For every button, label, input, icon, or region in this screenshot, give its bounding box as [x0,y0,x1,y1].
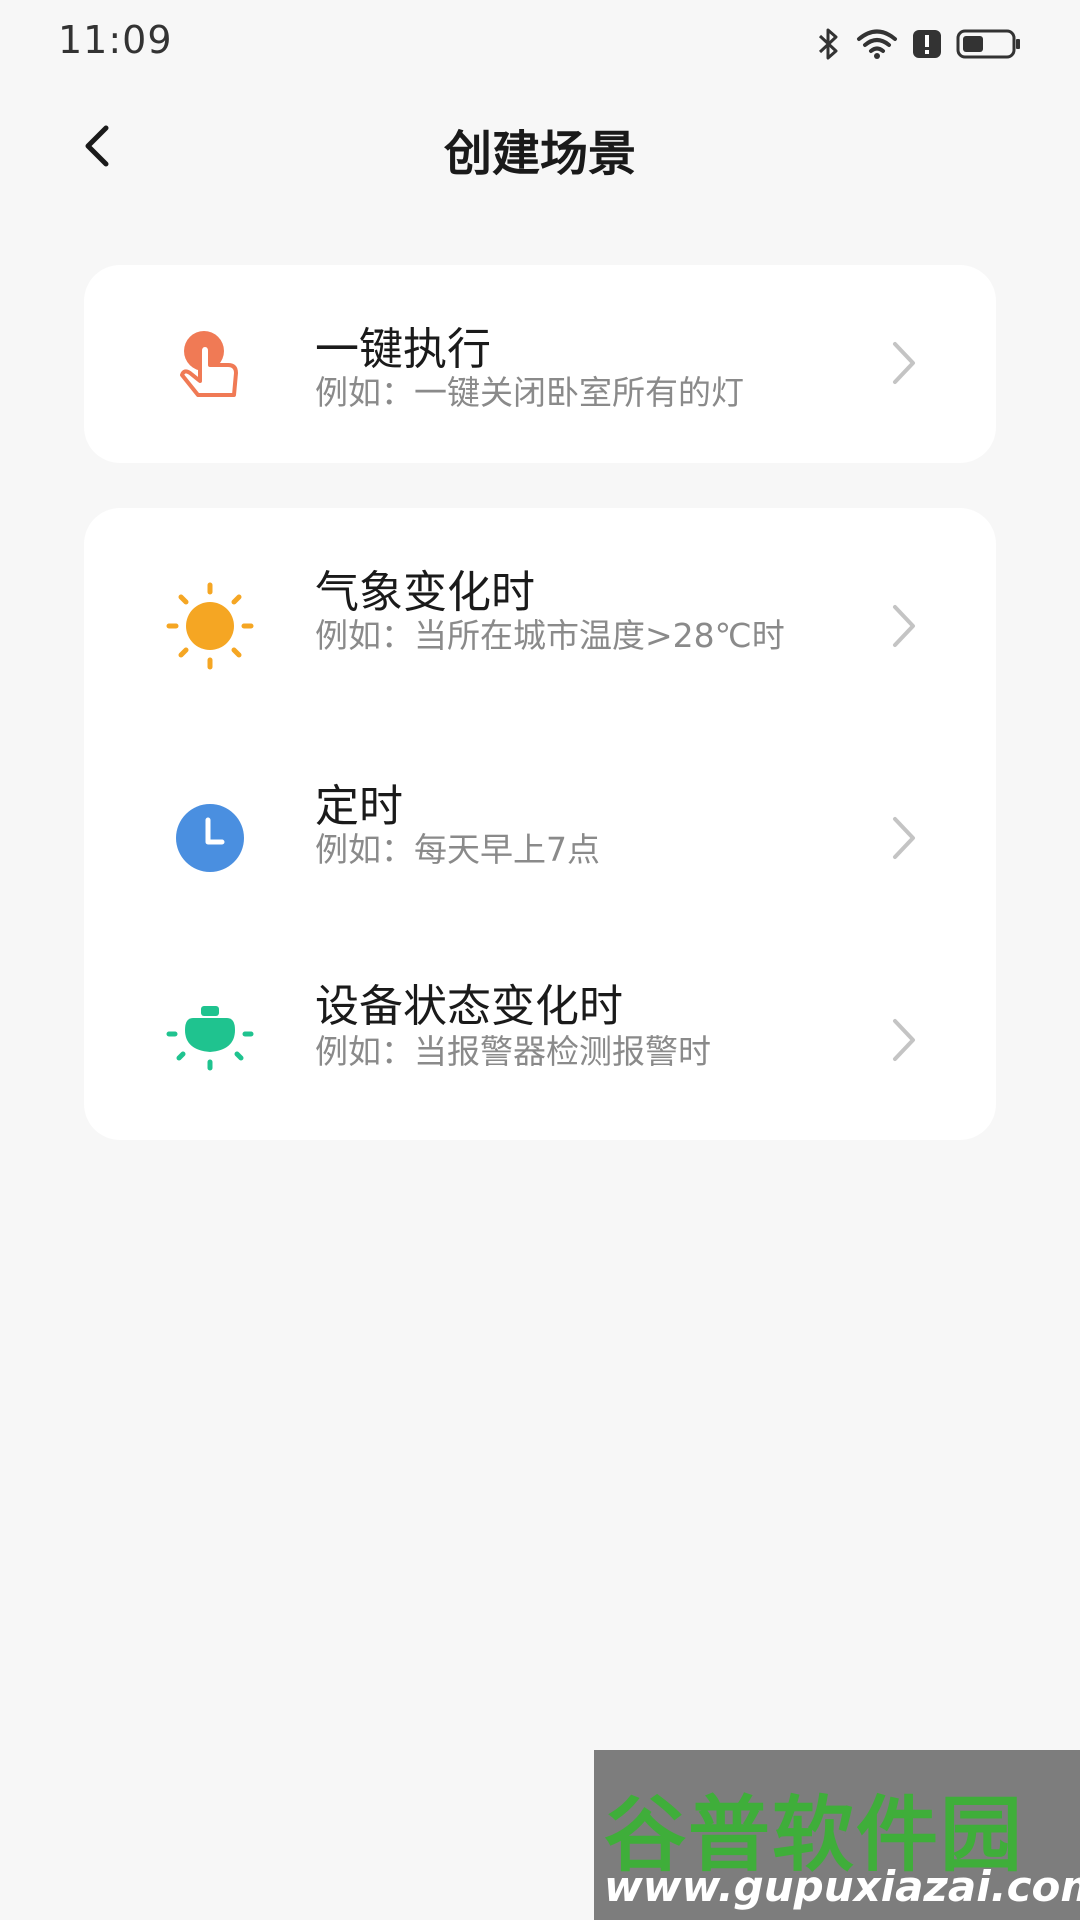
clock-icon [160,788,260,888]
chevron-right-icon [884,596,924,656]
battery-icon [956,28,1022,60]
scene-card-manual: 一键执行 例如：一键关闭卧室所有的灯 [84,265,996,463]
status-bar: 11:09 [0,0,1080,86]
scene-item-timer[interactable]: 定时 例如：每天早上7点 [84,738,996,938]
alert-icon [912,29,942,59]
status-icons [816,22,1022,66]
watermark-url: www.gupuxiazai.com [604,1862,1080,1911]
sun-icon [160,576,260,676]
bluetooth-icon [816,27,842,61]
scene-item-device-state[interactable]: 设备状态变化时 例如：当报警器检测报警时 [84,938,996,1140]
scene-item-weather[interactable]: 气象变化时 例如：当所在城市温度>28℃时 [84,508,996,738]
status-time: 11:09 [58,18,173,62]
scene-item-title: 气象变化时 [315,567,535,618]
scene-item-title: 定时 [315,781,403,832]
chevron-right-icon [884,1010,924,1070]
scene-item-desc: 例如：一键关闭卧室所有的灯 [315,373,744,412]
page-title: 创建场景 [443,126,636,182]
tap-hand-icon [160,313,260,413]
scene-item-one-click[interactable]: 一键执行 例如：一键关闭卧室所有的灯 [84,265,996,463]
scene-card-auto: 气象变化时 例如：当所在城市温度>28℃时 定时 例如：每天早上7点 设备状态变… [84,508,996,1140]
scene-item-title: 一键执行 [315,324,491,375]
scene-item-desc: 例如：每天早上7点 [315,830,600,869]
scene-item-desc: 例如：当所在城市温度>28℃时 [315,616,785,655]
scene-item-desc: 例如：当报警器检测报警时 [315,1032,711,1071]
chevron-right-icon [884,808,924,868]
header: 创建场景 [0,86,1080,206]
scene-item-title: 设备状态变化时 [315,981,623,1032]
bulb-icon [160,990,260,1090]
chevron-right-icon [884,333,924,393]
watermark: 谷普软件园 www.gupuxiazai.com [594,1750,1080,1920]
wifi-icon [856,28,898,60]
